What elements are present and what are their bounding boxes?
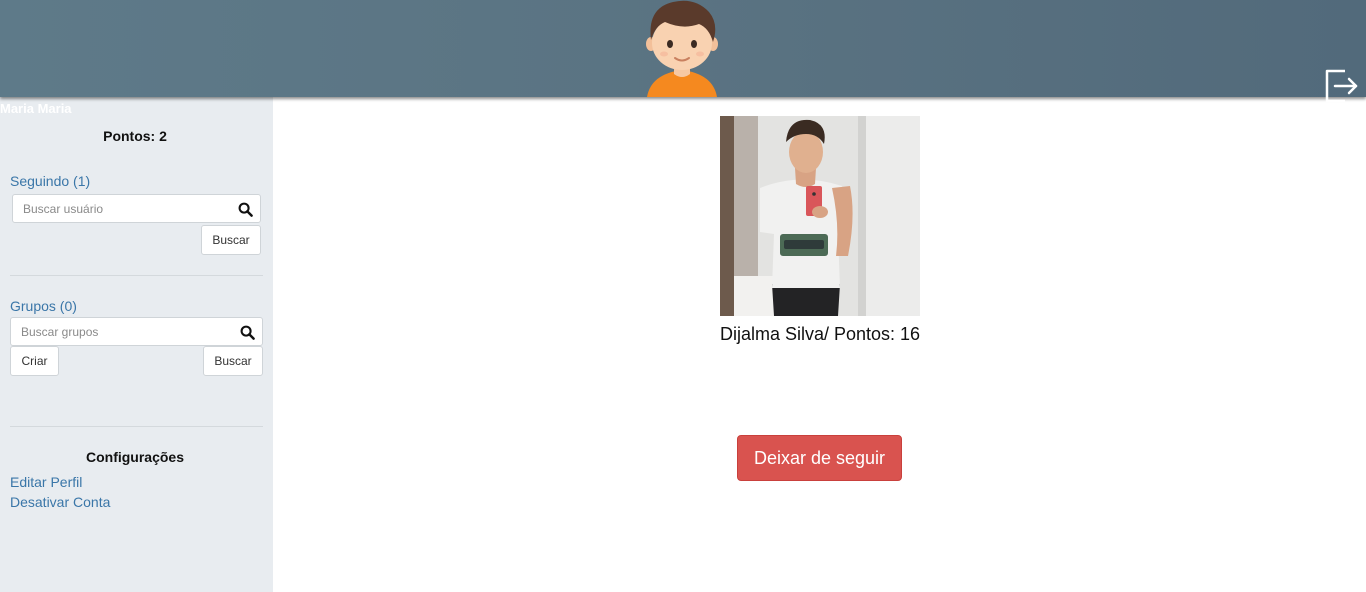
user-search-input[interactable] bbox=[13, 195, 230, 222]
group-search-button[interactable]: Buscar bbox=[203, 346, 263, 376]
username: Maria Maria bbox=[0, 101, 72, 116]
group-search-input[interactable] bbox=[11, 318, 232, 345]
top-header bbox=[0, 0, 1366, 97]
search-icon[interactable] bbox=[240, 325, 255, 340]
profile-caption: Dijalma Silva/ Pontos: 16 bbox=[719, 324, 921, 344]
groups-link[interactable]: Grupos (0) bbox=[10, 298, 77, 314]
following-link[interactable]: Seguindo (1) bbox=[10, 173, 90, 189]
group-search-box bbox=[10, 317, 263, 346]
create-group-button[interactable]: Criar bbox=[10, 346, 59, 376]
edit-profile-link[interactable]: Editar Perfil bbox=[10, 474, 82, 490]
boy-avatar-icon bbox=[646, 0, 718, 97]
user-search-button[interactable]: Buscar bbox=[201, 225, 261, 255]
deactivate-account-link[interactable]: Desativar Conta bbox=[10, 494, 110, 510]
divider bbox=[10, 426, 263, 427]
search-icon[interactable] bbox=[238, 202, 253, 217]
profile-photo bbox=[720, 116, 920, 316]
user-points: Pontos: 2 bbox=[103, 128, 167, 144]
unfollow-button[interactable]: Deixar de seguir bbox=[737, 435, 902, 481]
divider bbox=[10, 275, 263, 276]
user-search-box bbox=[12, 194, 261, 223]
settings-title: Configurações bbox=[85, 449, 184, 465]
logout-icon[interactable] bbox=[1323, 68, 1359, 104]
